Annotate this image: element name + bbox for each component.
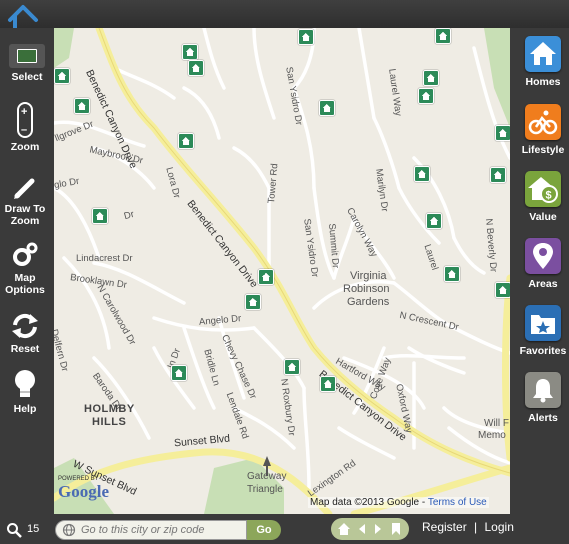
- homes-label: Homes: [525, 76, 561, 88]
- place-label: Will F: [484, 418, 509, 429]
- property-pin[interactable]: [74, 98, 90, 114]
- lifestyle-tool[interactable]: Lifestyle: [514, 104, 569, 156]
- map-options-tool[interactable]: Map Options: [0, 241, 50, 296]
- svg-text:$: $: [546, 190, 552, 202]
- globe-icon: [62, 523, 76, 537]
- value-label: Value: [529, 211, 557, 223]
- property-pin[interactable]: [418, 88, 434, 104]
- powered-by-google: POWERED BY Google: [58, 476, 109, 502]
- home-nav-icon[interactable]: [337, 522, 351, 536]
- cursor-select-icon: [9, 44, 45, 68]
- property-pin[interactable]: [182, 44, 198, 60]
- property-pin[interactable]: [319, 100, 335, 116]
- register-link[interactable]: Register: [422, 520, 467, 534]
- reset-tool[interactable]: Reset: [0, 312, 50, 355]
- map-options-label-line1: Map: [14, 272, 36, 284]
- map-data-text: Map data ©2013 Google -: [310, 497, 428, 508]
- property-pin[interactable]: [495, 125, 510, 141]
- draw-to-zoom-tool[interactable]: Draw To Zoom: [0, 176, 50, 227]
- login-link[interactable]: Login: [485, 520, 514, 534]
- property-pin[interactable]: [188, 60, 204, 76]
- gears-icon: [13, 242, 38, 266]
- property-pin[interactable]: [490, 167, 506, 183]
- go-button[interactable]: Go: [247, 520, 281, 540]
- help-label: Help: [13, 403, 37, 415]
- zoom-tool[interactable]: + – Zoom: [0, 102, 50, 153]
- refresh-icon: [12, 313, 38, 339]
- property-pin[interactable]: [54, 68, 70, 84]
- house-icon: [525, 36, 561, 72]
- lifestyle-label: Lifestyle: [521, 144, 565, 156]
- left-toolbar: Select + – Zoom Draw To Zoom Map Options: [0, 28, 54, 514]
- property-pin[interactable]: [444, 266, 460, 282]
- value-tool[interactable]: $ Value: [514, 171, 569, 223]
- lightbulb-icon: [15, 370, 35, 397]
- areas-tool[interactable]: Areas: [514, 238, 569, 290]
- alerts-label: Alerts: [528, 412, 558, 424]
- place-label: HILLS: [92, 416, 127, 428]
- help-tool[interactable]: Help: [0, 368, 50, 415]
- place-label: Gardens: [347, 296, 390, 308]
- property-pin[interactable]: [320, 376, 336, 392]
- property-pin[interactable]: [258, 269, 274, 285]
- favorites-label: Favorites: [519, 345, 567, 357]
- bicycle-icon: [525, 104, 561, 140]
- map-nav-controls: [331, 518, 409, 540]
- property-pin[interactable]: [171, 365, 187, 381]
- place-label: Memo: [478, 430, 506, 441]
- property-pin[interactable]: [414, 166, 430, 182]
- right-toolbar: Homes Lifestyle $ Value Areas Favorites …: [510, 28, 569, 514]
- reset-label: Reset: [10, 343, 40, 355]
- forward-arrow-icon[interactable]: [373, 523, 383, 535]
- terms-of-use-link[interactable]: Terms of Use: [428, 497, 487, 508]
- house-dollar-icon: $: [525, 171, 561, 207]
- property-pin[interactable]: [298, 29, 314, 45]
- pencil-icon: [14, 178, 35, 199]
- google-logo: Google: [58, 482, 109, 501]
- property-pin[interactable]: [284, 359, 300, 375]
- map-options-label-line2: Options: [5, 284, 45, 296]
- property-pin[interactable]: [178, 133, 194, 149]
- property-pin[interactable]: [92, 208, 108, 224]
- place-label: Triangle: [247, 484, 283, 495]
- property-pin[interactable]: [435, 28, 451, 44]
- back-arrow-icon[interactable]: [357, 523, 367, 535]
- draw-label-line1: Draw To: [4, 203, 46, 215]
- property-pin[interactable]: [495, 282, 510, 298]
- homes-tool[interactable]: Homes: [514, 36, 569, 88]
- draw-label-line2: Zoom: [10, 215, 40, 227]
- property-pin[interactable]: [423, 70, 439, 86]
- select-label: Select: [11, 71, 43, 83]
- place-label: Gateway: [247, 471, 287, 482]
- magnifier-icon[interactable]: [6, 522, 22, 538]
- place-label: Virginia: [350, 270, 387, 282]
- place-label: Robinson: [343, 283, 390, 295]
- city-zip-search-input[interactable]: Go to this city or zip code: [55, 520, 247, 540]
- alerts-tool[interactable]: Alerts: [514, 372, 569, 424]
- top-bar: [0, 0, 569, 28]
- favorites-tool[interactable]: Favorites: [514, 305, 569, 357]
- map-pin-icon: [525, 238, 561, 274]
- map-view[interactable]: Benedict Canyon Drive Benedict Canyon Dr…: [54, 28, 510, 514]
- map-attribution: Map data ©2013 Google - Terms of Use: [308, 497, 489, 508]
- account-links: Register | Login: [422, 520, 518, 534]
- bell-icon: [525, 372, 561, 408]
- property-pin[interactable]: [426, 213, 442, 229]
- zoom-slider-icon: + –: [17, 102, 33, 138]
- zoom-label: Zoom: [10, 141, 40, 153]
- select-tool[interactable]: Select: [2, 44, 52, 83]
- link-separator: |: [474, 520, 478, 534]
- place-label: HOLMBY: [84, 403, 135, 415]
- street-label: Lindacrest Dr: [76, 253, 133, 264]
- results-count: 15: [27, 523, 40, 535]
- folder-star-icon: [525, 305, 561, 341]
- areas-label: Areas: [528, 278, 558, 290]
- property-pin[interactable]: [245, 294, 261, 310]
- bookmark-icon[interactable]: [391, 522, 401, 536]
- map-roads: [54, 28, 510, 514]
